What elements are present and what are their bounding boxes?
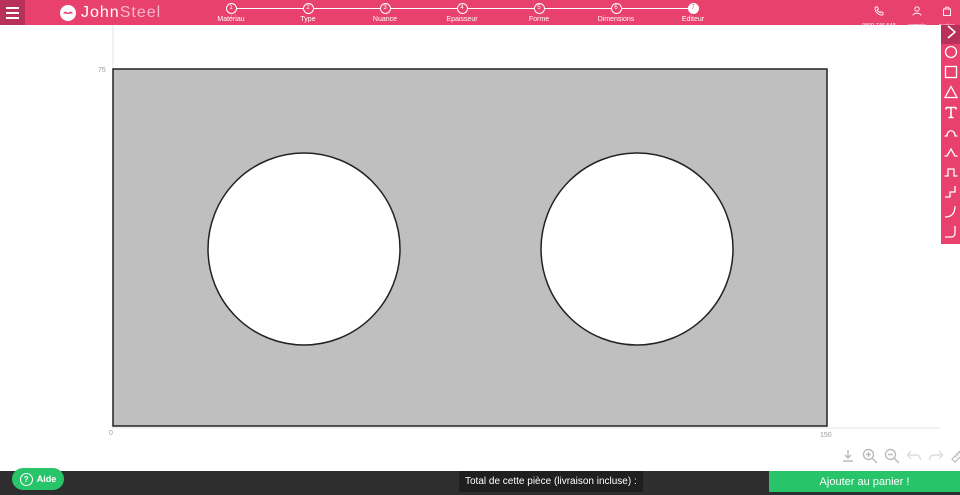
undo-button[interactable] (904, 449, 923, 468)
step-nuance[interactable]: 3 Nuance (355, 3, 415, 23)
shape-toolbar (941, 25, 960, 244)
step-editeur[interactable]: 7 Editeur (663, 3, 723, 23)
circle-tool-button[interactable] (941, 45, 960, 64)
square-icon (944, 65, 958, 84)
origin-tick: 0 (109, 430, 113, 437)
x-max-tick: 150 (820, 432, 832, 439)
right-circle-hole[interactable] (540, 152, 734, 346)
notch-tool-button[interactable] (941, 165, 960, 184)
step-label: Nuance (372, 16, 398, 23)
phone-icon (874, 3, 884, 21)
help-label: Aide (36, 474, 57, 484)
triangle-icon (943, 85, 958, 104)
top-header: JohnSteel 1 Matériau 2 Type 3 Nuance 4 E… (0, 0, 960, 29)
step-label: Editeur (681, 16, 705, 23)
bag-icon (942, 3, 952, 21)
editor-canvas[interactable]: 75 0 150 (0, 25, 940, 471)
y-max-tick: 75 (98, 67, 106, 74)
chevron-right-icon (944, 25, 958, 44)
zoom-in-button[interactable] (860, 448, 879, 469)
step-number: 3 (379, 3, 391, 14)
step-number: 1 (225, 3, 237, 14)
question-icon: ? (19, 472, 33, 486)
notch-icon (944, 165, 958, 184)
peak-icon (944, 145, 958, 164)
peak-tool-button[interactable] (941, 145, 960, 164)
step-label: Type (300, 16, 316, 23)
zoom-out-button[interactable] (882, 448, 901, 469)
step-number: 5 (533, 3, 545, 14)
step-dimensions[interactable]: 6 Dimensions (586, 3, 646, 23)
step-label: Matériau (217, 16, 245, 23)
order-stepper: 1 Matériau 2 Type 3 Nuance 4 Epaisseur 5… (0, 0, 960, 25)
zoom-in-icon (862, 448, 878, 469)
left-circle-hole[interactable] (207, 152, 401, 346)
step-epaisseur[interactable]: 4 Epaisseur (432, 3, 492, 23)
undo-icon (906, 448, 922, 469)
step-icon (944, 185, 958, 204)
step-number: 4 (456, 3, 468, 14)
drawing-svg[interactable]: 75 0 150 (0, 25, 940, 471)
step-label: Epaisseur (446, 16, 478, 23)
curve-tool-button[interactable] (941, 205, 960, 224)
arch-tool-button[interactable] (941, 125, 960, 144)
step-label: Forme (528, 16, 550, 23)
toggle-toolbar-button[interactable] (941, 25, 960, 44)
redo-icon (928, 448, 944, 469)
zoom-out-icon (884, 448, 900, 469)
step-number: 6 (610, 3, 622, 14)
download-icon (840, 448, 856, 469)
help-button[interactable]: ? Aide (12, 468, 64, 490)
step-tool-button[interactable] (941, 185, 960, 204)
corner-tool-button[interactable] (941, 225, 960, 244)
text-icon (944, 105, 958, 124)
square-tool-button[interactable] (941, 65, 960, 84)
add-to-cart-button[interactable]: Ajouter au panier ! (769, 471, 960, 492)
user-icon (912, 3, 922, 21)
circle-icon (944, 45, 958, 64)
step-materiau[interactable]: 1 Matériau (201, 3, 261, 23)
redo-button[interactable] (926, 449, 945, 468)
text-tool-button[interactable] (941, 105, 960, 124)
step-type[interactable]: 2 Type (278, 3, 338, 23)
step-number: 7 (687, 3, 699, 14)
triangle-tool-button[interactable] (941, 85, 960, 104)
curve-icon (944, 205, 958, 224)
measure-button[interactable] (948, 449, 960, 468)
arch-icon (944, 125, 958, 144)
ruler-icon (950, 448, 960, 469)
step-number: 2 (302, 3, 314, 14)
canvas-tools (838, 447, 960, 469)
step-label: Dimensions (597, 16, 635, 23)
rounded-corner-icon (944, 225, 958, 244)
download-button[interactable] (838, 449, 857, 468)
step-forme[interactable]: 5 Forme (509, 3, 569, 23)
total-price-label: Total de cette pièce (livraison incluse)… (459, 471, 643, 492)
